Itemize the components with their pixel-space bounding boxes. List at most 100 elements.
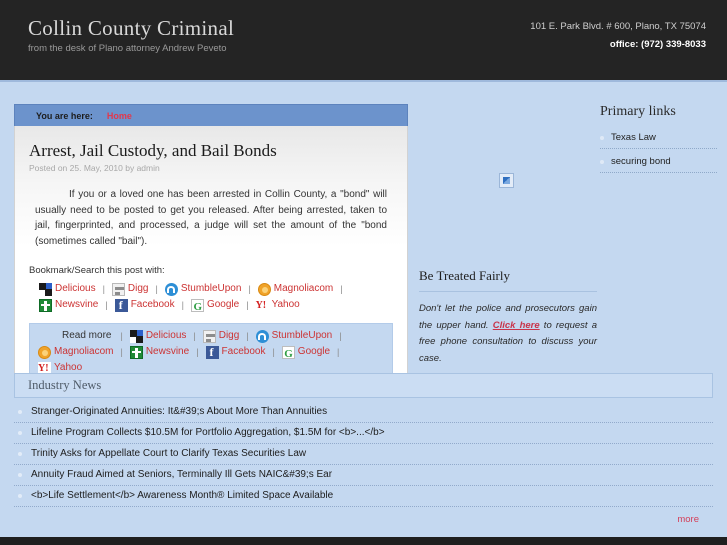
news-list-item[interactable]: Annuity Fraud Aimed at Seniors, Terminal… xyxy=(14,465,713,486)
stumbleupon-icon xyxy=(255,329,269,343)
bullet-icon xyxy=(18,451,22,456)
sidebar-item-texas-law[interactable]: Texas Law xyxy=(600,130,717,149)
site-footer xyxy=(0,537,727,545)
industry-news-title: Industry News xyxy=(28,378,102,392)
office-address: 101 E. Park Blvd. # 600, Plano, TX 75074 xyxy=(530,21,706,32)
newsvine-icon xyxy=(129,345,143,359)
article-body: If you or a loved one has been arrested … xyxy=(35,189,387,247)
share-link-digg[interactable]: Digg xyxy=(202,328,240,344)
share-link-digg[interactable]: Digg xyxy=(111,281,149,297)
share-link-magnoliacom[interactable]: Magnoliacom xyxy=(257,281,333,297)
share-label-facebook[interactable]: Facebook xyxy=(222,344,266,360)
separator: | xyxy=(339,331,342,341)
google-icon xyxy=(281,345,295,362)
share-label-digg[interactable]: Digg xyxy=(219,328,240,344)
news-item-label[interactable]: <b>Life Settlement</b> Awareness Month® … xyxy=(31,490,333,501)
news-item-label[interactable]: Trinity Asks for Appellate Court to Clar… xyxy=(31,448,306,459)
digg-icon xyxy=(111,282,125,296)
share-label-magnoliacom[interactable]: Magnoliacom xyxy=(274,281,333,297)
primary-links-sidebar: Primary links Texas Law securing bond xyxy=(600,104,717,178)
separator: | xyxy=(120,347,123,357)
share-label-delicious[interactable]: Delicious xyxy=(55,281,96,297)
separator: | xyxy=(340,284,343,294)
sidebar-item-label[interactable]: securing bond xyxy=(611,156,671,167)
digg-icon xyxy=(202,329,216,343)
share-link-delicious[interactable]: Delicious xyxy=(129,328,187,344)
bullet-icon xyxy=(18,493,22,498)
share-label-google[interactable]: Google xyxy=(207,297,239,313)
share-link-newsvine[interactable]: Newsvine xyxy=(39,297,98,313)
article-title: Arrest, Jail Custody, and Bail Bonds xyxy=(29,141,277,160)
share-label-stumbleupon[interactable]: StumbleUpon xyxy=(181,281,242,297)
share-label-newsvine[interactable]: Newsvine xyxy=(146,344,189,360)
sidebar-item-label[interactable]: Texas Law xyxy=(611,132,656,143)
read-more-label[interactable]: Read more xyxy=(62,328,111,344)
sidebar-item-list: Texas Law securing bond xyxy=(600,130,717,173)
separator: | xyxy=(246,300,249,310)
content-column: You are here: Home Arrest, Jail Custody,… xyxy=(14,104,408,395)
stumbleupon-icon xyxy=(164,282,178,296)
share-label-yahoo[interactable]: Yahoo xyxy=(272,297,300,313)
separator: | xyxy=(105,300,108,310)
google-icon xyxy=(190,298,204,315)
magnolia-icon xyxy=(257,282,271,296)
bookmark-label: Bookmark/Search this post with: xyxy=(29,265,165,276)
news-item-label[interactable]: Lifeline Program Collects $10.5M for Por… xyxy=(31,427,385,438)
breadcrumb: You are here: Home xyxy=(14,104,408,126)
site-tagline: from the desk of Plano attorney Andrew P… xyxy=(28,43,227,55)
separator: | xyxy=(193,331,196,341)
share-link-stumbleupon[interactable]: StumbleUpon xyxy=(164,281,242,297)
share-label-magnoliacom[interactable]: Magnoliacom xyxy=(54,344,113,360)
bullet-icon xyxy=(18,430,22,435)
share-link-delicious[interactable]: Delicious xyxy=(39,281,96,297)
separator: | xyxy=(248,284,251,294)
share-label-facebook[interactable]: Facebook xyxy=(131,297,175,313)
industry-news-section: Industry News Stranger-Originated Annuit… xyxy=(14,373,713,525)
share-link-google[interactable]: Google xyxy=(281,344,330,362)
share-label-delicious[interactable]: Delicious xyxy=(146,328,187,344)
magnolia-icon xyxy=(38,345,51,359)
sidebar-item-securing-bond[interactable]: securing bond xyxy=(600,154,717,173)
share-link-facebook[interactable]: Facebook xyxy=(205,344,266,360)
page-root: Collin County Criminal from the desk of … xyxy=(0,0,727,545)
article-meta: Posted on 25. May, 2010 by admin xyxy=(29,163,160,173)
separator: | xyxy=(246,331,249,341)
share-label-stumbleupon[interactable]: StumbleUpon xyxy=(272,328,333,344)
bullet-icon xyxy=(18,409,22,414)
breadcrumb-link-home[interactable]: Home xyxy=(107,111,132,121)
site-title: Collin County Criminal xyxy=(28,16,235,40)
fairly-click-here-link[interactable]: Click here xyxy=(493,320,540,331)
separator: | xyxy=(155,284,158,294)
article: Arrest, Jail Custody, and Bail Bonds Pos… xyxy=(14,126,408,395)
share-link-stumbleupon[interactable]: StumbleUpon xyxy=(255,328,333,344)
separator: | xyxy=(196,347,199,357)
separator: | xyxy=(181,300,184,310)
share-link-google[interactable]: Google xyxy=(190,297,239,315)
share-link-yahoo[interactable]: Yahoo xyxy=(255,297,300,314)
news-list-item[interactable]: Trinity Asks for Appellate Court to Clar… xyxy=(14,444,713,465)
delicious-icon xyxy=(129,329,143,343)
separator: | xyxy=(120,331,123,341)
news-item-label[interactable]: Stranger-Originated Annuities: It&#39;s … xyxy=(31,406,327,417)
news-list-item[interactable]: Lifeline Program Collects $10.5M for Por… xyxy=(14,423,713,444)
separator: | xyxy=(337,347,340,357)
be-treated-fairly-block: Be Treated Fairly Don't let the police a… xyxy=(419,268,597,368)
share-link-facebook[interactable]: Facebook xyxy=(114,297,175,313)
news-item-label[interactable]: Annuity Fraud Aimed at Seniors, Terminal… xyxy=(31,469,332,480)
industry-news-list: Stranger-Originated Annuities: It&#39;s … xyxy=(14,402,713,507)
news-list-item[interactable]: <b>Life Settlement</b> Awareness Month® … xyxy=(14,486,713,507)
news-more-link[interactable]: more xyxy=(677,514,699,525)
delicious-icon xyxy=(39,282,52,296)
share-label-digg[interactable]: Digg xyxy=(128,281,149,297)
share-links-top: Delicious | Digg | StumbleUpon | Magnoliacom | N… xyxy=(39,281,393,315)
breadcrumb-label: You are here: xyxy=(36,110,93,121)
share-link-newsvine[interactable]: Newsvine xyxy=(129,344,189,360)
bullet-icon xyxy=(18,472,22,477)
share-label-newsvine[interactable]: Newsvine xyxy=(55,297,98,313)
news-list-item[interactable]: Stranger-Originated Annuities: It&#39;s … xyxy=(14,402,713,423)
share-link-magnoliacom[interactable]: Magnoliacom xyxy=(38,344,113,360)
share-links-bottom: Read more | Delicious | Digg | StumbleUpon | M… xyxy=(38,328,384,377)
share-label-google[interactable]: Google xyxy=(298,344,330,360)
facebook-icon xyxy=(114,297,128,313)
site-header: Collin County Criminal from the desk of … xyxy=(0,0,727,82)
